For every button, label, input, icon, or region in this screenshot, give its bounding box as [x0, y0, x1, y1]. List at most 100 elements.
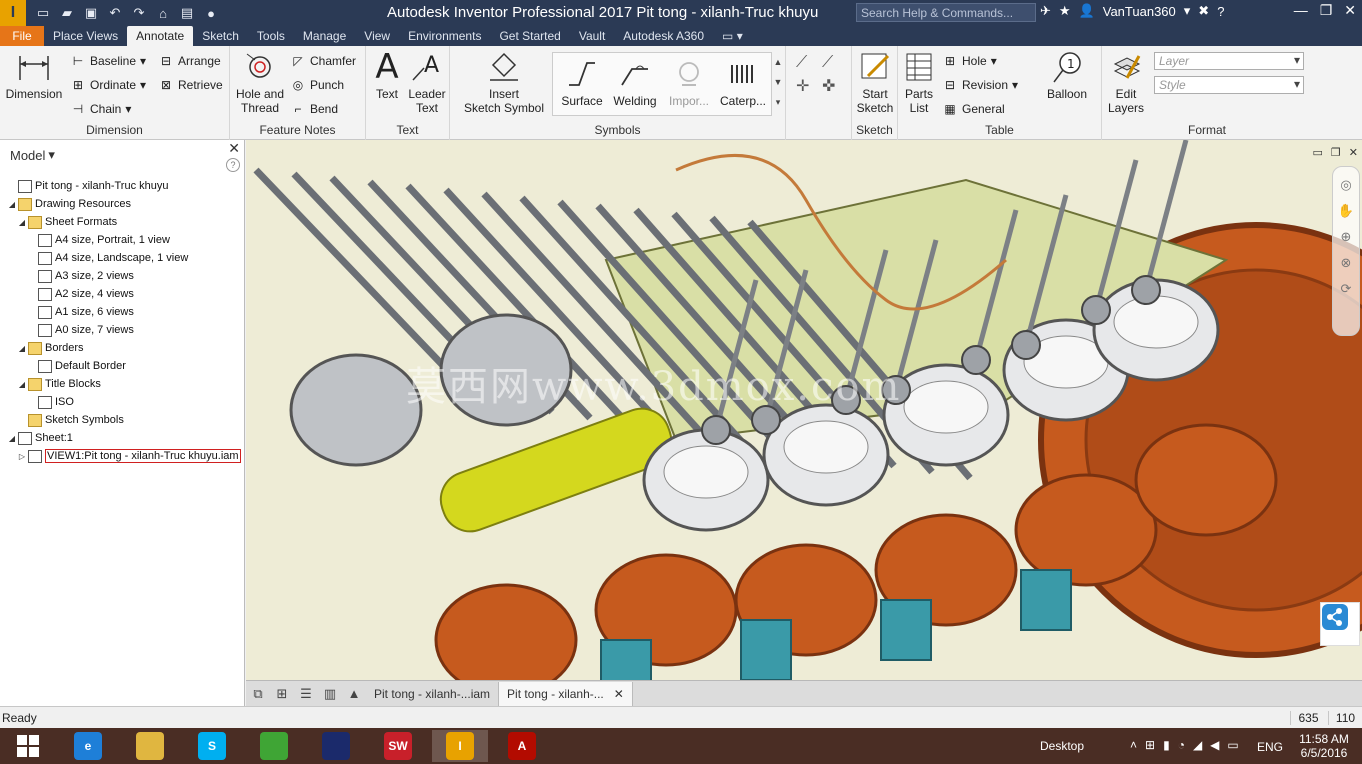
tree-node[interactable]: ◢ Title Blocks	[16, 375, 101, 393]
bend-button[interactable]: ⌐ Bend	[290, 99, 338, 119]
taskbar-app-acrobat[interactable]: A	[494, 730, 550, 762]
desktop-toolbar[interactable]: Desktop	[1040, 739, 1084, 753]
tab-tools[interactable]: Tools	[248, 26, 294, 46]
tab-annotate[interactable]: Annotate	[127, 26, 194, 46]
tree-node[interactable]: A4 size, Portrait, 1 view	[26, 231, 170, 249]
expand-toggle-icon[interactable]: ◢	[6, 200, 18, 209]
punch-button[interactable]: ◎ Punch	[290, 75, 344, 95]
centerline-icon[interactable]: ⟋	[796, 54, 807, 72]
dimension-button[interactable]: Dimension	[4, 50, 64, 101]
taskbar-app-coccoc[interactable]	[246, 730, 302, 762]
revision-button[interactable]: ⊟ Revision ▾	[942, 75, 1018, 95]
chevron-down-icon[interactable]: ▾	[140, 78, 146, 92]
volume-icon[interactable]: ◀	[1210, 738, 1219, 752]
redo-icon[interactable]: ↷	[128, 3, 150, 23]
balloon-button[interactable]: 1 Balloon	[1044, 50, 1090, 101]
minimize-icon[interactable]: ▭	[1313, 146, 1323, 159]
taskbar-app-photo[interactable]	[308, 730, 364, 762]
steering-wheel-icon[interactable]: ◎	[1340, 177, 1351, 193]
tree-node[interactable]: ◢ Sheet:1	[6, 429, 73, 447]
expand-toggle-icon[interactable]: ◢	[6, 434, 18, 443]
exchange-icon[interactable]: ✖	[1198, 3, 1209, 19]
favorites-icon[interactable]: ★	[1059, 3, 1071, 19]
tree-node[interactable]: ◢ Drawing Resources	[6, 195, 131, 213]
inventor-logo-icon[interactable]: I	[0, 0, 26, 26]
chevron-down-icon[interactable]: ▾	[140, 54, 146, 68]
retrieve-button[interactable]: ⊠ Retrieve	[158, 75, 223, 95]
communication-icon[interactable]: ✈	[1040, 3, 1051, 19]
close-icon[interactable]: ✕	[228, 140, 240, 157]
layer-dropdown[interactable]: Layer	[1154, 52, 1304, 70]
tree-node[interactable]: ISO	[26, 393, 74, 411]
maximize-icon[interactable]: ❐	[1320, 2, 1333, 19]
home-icon[interactable]: ⌂	[152, 3, 174, 23]
network-icon[interactable]: ◔	[1178, 738, 1185, 752]
close-icon[interactable]: ✕	[1344, 2, 1356, 19]
save-icon[interactable]: ▣	[80, 3, 102, 23]
document-tab[interactable]: Pit tong - xilanh-...iam	[366, 681, 500, 706]
close-icon[interactable]: ✕	[614, 687, 624, 701]
tab-file[interactable]: File	[0, 26, 44, 46]
help-icon[interactable]: ?	[1217, 4, 1224, 19]
chamfer-button[interactable]: ◸ Chamfer	[290, 51, 356, 71]
tree-node[interactable]: Pit tong - xilanh-Truc khuyu	[6, 177, 168, 195]
arrange-vertical-icon[interactable]: ▥	[318, 686, 342, 702]
close-icon[interactable]: ✕	[1349, 146, 1358, 159]
start-sketch-button[interactable]: Start Sketch	[854, 50, 896, 115]
tree-node[interactable]: ▷ VIEW1:Pit tong - xilanh-Truc khuyu.iam	[16, 447, 241, 465]
help-search-input[interactable]: Search Help & Commands...	[856, 3, 1036, 22]
welding-button[interactable]: Welding	[609, 57, 661, 108]
tab-sketch[interactable]: Sketch	[193, 26, 248, 46]
battery-icon[interactable]: ▮	[1163, 738, 1170, 752]
baseline-button[interactable]: ⊢ Baseline ▾	[70, 51, 146, 71]
share-icon[interactable]	[1320, 602, 1360, 646]
orbit-icon[interactable]: ⟳	[1341, 281, 1352, 297]
leader-text-button[interactable]: A Leader Text	[406, 50, 448, 115]
chevron-down-icon[interactable]: ▾	[1012, 78, 1018, 92]
cascade-icon[interactable]: ⧉	[246, 686, 270, 702]
parts-list-button[interactable]: Parts List	[900, 50, 938, 115]
tile-icon[interactable]: ⊞	[270, 686, 294, 702]
taskbar-app-ie[interactable]: e	[60, 730, 116, 762]
tree-node[interactable]: A2 size, 4 views	[26, 285, 134, 303]
print-icon[interactable]: ▤	[176, 3, 198, 23]
notification-icon[interactable]: ▭	[1227, 738, 1238, 752]
windows-flag-icon[interactable]: ⊞	[1145, 738, 1155, 752]
expand-toggle-icon[interactable]: ◢	[16, 218, 28, 227]
update-icon[interactable]: ●	[200, 3, 222, 23]
tab-view[interactable]: View	[355, 26, 399, 46]
undo-icon[interactable]: ↶	[104, 3, 126, 23]
pan-icon[interactable]: ✋	[1338, 203, 1354, 219]
tree-node[interactable]: Default Border	[26, 357, 126, 375]
language-indicator[interactable]: ENG	[1257, 740, 1283, 754]
taskbar-app-inventor[interactable]: I	[432, 730, 488, 762]
expand-toggle-icon[interactable]: ◢	[16, 344, 28, 353]
arrange-button[interactable]: ⊟ Arrange	[158, 51, 221, 71]
arrange-horizontal-icon[interactable]: ☰	[294, 686, 318, 702]
open-icon[interactable]: ▰	[56, 3, 78, 23]
center-pattern-icon[interactable]: ✜	[822, 76, 835, 96]
help-icon[interactable]: ?	[226, 158, 240, 172]
general-table-button[interactable]: ▦ General	[942, 99, 1004, 119]
ribbon-options-icon[interactable]: ▭ ▾	[713, 26, 752, 46]
hole-thread-button[interactable]: Hole and Thread	[232, 50, 288, 115]
expand-toggle-icon[interactable]: ◢	[16, 380, 28, 389]
import-button[interactable]: Impor...	[663, 57, 715, 108]
chevron-down-icon[interactable]: ▾	[991, 54, 997, 68]
document-tab[interactable]: Pit tong - xilanh-... ✕	[499, 681, 633, 706]
tree-node[interactable]: ◢ Borders	[16, 339, 84, 357]
ordinate-button[interactable]: ⊞ Ordinate ▾	[70, 75, 146, 95]
caterpillar-button[interactable]: Caterp...	[717, 57, 769, 108]
tab-autodesk-a360[interactable]: Autodesk A360	[614, 26, 713, 46]
clock[interactable]: 11:58 AM 6/5/2016	[1292, 732, 1356, 760]
taskbar-app-skype[interactable]: S	[184, 730, 240, 762]
center-mark-icon[interactable]: ⟋	[822, 54, 833, 72]
tree-node[interactable]: A4 size, Landscape, 1 view	[26, 249, 188, 267]
tab-get-started[interactable]: Get Started	[490, 26, 569, 46]
user-icon[interactable]: 👤	[1079, 3, 1095, 19]
tab-place-views[interactable]: Place Views	[44, 26, 127, 46]
text-button[interactable]: A Text	[368, 50, 406, 101]
taskbar-app-start[interactable]	[0, 730, 56, 762]
zoom-icon[interactable]: ⊕	[1341, 229, 1352, 245]
insert-sketch-symbol-button[interactable]: Insert Sketch Symbol	[456, 50, 552, 115]
